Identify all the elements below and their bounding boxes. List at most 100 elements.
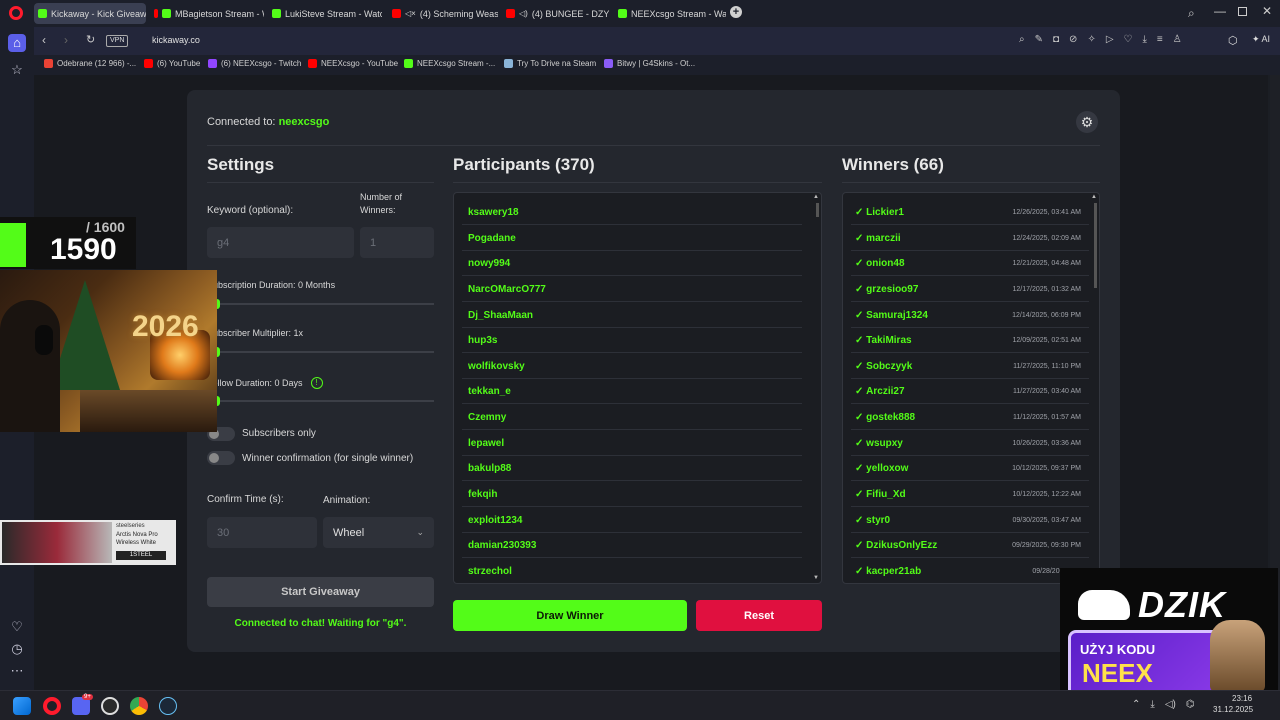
heart-icon[interactable]: ♡	[1124, 34, 1133, 45]
winner-row[interactable]: ✓ DzikusOnlyEzz 09/29/2025, 09:30 PM	[851, 533, 1089, 558]
start-giveaway-button[interactable]: Start Giveaway	[207, 577, 434, 607]
tab-bungee[interactable]: ◁) (4) BUNGEE - DZYŃ D	[502, 3, 610, 24]
menu-icon[interactable]: ≡	[1157, 34, 1163, 45]
tab-scheming-weasel[interactable]: ◁× (4) Scheming Weasel I	[388, 3, 498, 24]
list-item[interactable]: Dj_ShaaMaan	[462, 303, 802, 328]
winner-row[interactable]: ✓ onion48 12/21/2025, 04:48 AM	[851, 251, 1089, 276]
opera-logo-icon[interactable]	[9, 6, 23, 20]
tab-neexcsgo[interactable]: NEEXcsgo Stream - Watch	[614, 3, 726, 24]
participants-scrollbar[interactable]	[816, 203, 819, 217]
download-icon[interactable]: ⤓	[1150, 699, 1154, 710]
list-item[interactable]: Czemny	[462, 405, 802, 430]
taskbar-time[interactable]: 23:16	[1232, 694, 1252, 703]
participants-scroll-down-icon[interactable]: ▼	[813, 575, 819, 581]
keyword-input[interactable]: g4	[207, 227, 354, 258]
new-tab-icon[interactable]: +	[730, 6, 742, 18]
search-tabs-icon[interactable]: ⌕	[1188, 6, 1195, 21]
account-icon[interactable]: ♙	[1173, 34, 1182, 45]
winner-row[interactable]: ✓ grzesioo97 12/17/2025, 01:32 AM	[851, 277, 1089, 302]
follow-duration-slider[interactable]	[207, 400, 434, 402]
obs-icon[interactable]	[101, 697, 119, 715]
winner-row[interactable]: ✓ Fifiu_Xd 10/12/2025, 12:22 AM	[851, 482, 1089, 507]
forward-icon[interactable]: ›	[64, 33, 68, 47]
volume-icon[interactable]: ◁)	[1165, 699, 1176, 710]
winners-count-input[interactable]: 1	[360, 227, 434, 258]
winner-row[interactable]: ✓ TakiMiras 12/09/2025, 02:51 AM	[851, 328, 1089, 353]
mute-icon[interactable]: ◁×	[405, 9, 416, 18]
close-window-icon[interactable]: ✕	[1262, 4, 1272, 18]
chevron-up-icon[interactable]: ⌃	[1132, 699, 1140, 710]
more-icon[interactable]: ⋯	[8, 662, 26, 680]
bookmark-youtube-neex[interactable]: NEEXcsgo - YouTube	[308, 59, 398, 68]
confirm-time-input[interactable]: 30	[207, 517, 317, 548]
winner-row[interactable]: ✓ marczii 12/24/2025, 02:09 AM	[851, 226, 1089, 251]
info-icon[interactable]: !	[310, 377, 323, 389]
winners-scrollbar[interactable]	[1094, 203, 1097, 288]
chrome-icon[interactable]	[130, 697, 148, 715]
bookmark-steam[interactable]: Try To Drive na Steam	[504, 59, 596, 68]
bookmark-kick-neex[interactable]: NEEXcsgo Stream -...	[404, 59, 495, 68]
list-item[interactable]: tekkan_e	[462, 379, 802, 404]
tab-mbagietson[interactable]: MBagietson Stream - Watc	[150, 3, 264, 24]
settings-gear-button[interactable]: ⚙	[1076, 111, 1098, 133]
winner-row[interactable]: ✓ wsupxy 10/26/2025, 03:36 AM	[851, 431, 1089, 456]
opera-icon[interactable]	[43, 697, 61, 715]
taskbar-date[interactable]: 31.12.2025	[1213, 705, 1253, 714]
windows-start-icon[interactable]	[13, 697, 31, 715]
download-icon[interactable]: ⤓	[1143, 34, 1147, 45]
edit-icon[interactable]: ✎	[1035, 34, 1043, 45]
list-item[interactable]: NarcOMarcO777	[462, 277, 802, 302]
animation-select[interactable]: Wheel ⌄	[323, 517, 434, 548]
list-item[interactable]: ksawery18	[462, 200, 802, 225]
winner-row[interactable]: ✓ yelloxow 10/12/2025, 09:37 PM	[851, 456, 1089, 481]
winner-row[interactable]: ✓ styr0 09/30/2025, 03:47 AM	[851, 508, 1089, 533]
search-icon[interactable]: ⌕	[1019, 34, 1025, 45]
list-item[interactable]: strzechol	[462, 559, 802, 583]
play-icon[interactable]: ▷	[1106, 34, 1114, 45]
winner-row[interactable]: ✓ kacper21ab 09/28/2025, 02:	[851, 559, 1089, 583]
tab-lukisteve[interactable]: LukiSteve Stream - Watch	[268, 3, 382, 24]
list-item[interactable]: fekqih	[462, 482, 802, 507]
winners-list[interactable]: ▲ ✓ Lickier1 12/26/2025, 03:41 AM ✓ marcz…	[842, 192, 1100, 584]
winner-row[interactable]: ✓ gostek888 11/12/2025, 01:57 AM	[851, 405, 1089, 430]
winner-row[interactable]: ✓ Samuraj1324 12/14/2025, 06:09 PM	[851, 303, 1089, 328]
home-icon[interactable]: ⌂	[8, 34, 26, 52]
reload-icon[interactable]: ↻	[86, 33, 95, 46]
minimize-icon[interactable]: —	[1214, 4, 1226, 18]
winner-row[interactable]: ✓ Lickier1 12/26/2025, 03:41 AM	[851, 200, 1089, 225]
bookmark-twitch[interactable]: (6) NEEXcsgo - Twitch	[208, 59, 301, 68]
camera-icon[interactable]: ◘	[1053, 34, 1059, 45]
list-item[interactable]: wolfikovsky	[462, 354, 802, 379]
history-icon[interactable]: ◷	[8, 640, 26, 658]
speaker-icon[interactable]: ◁)	[519, 9, 528, 18]
list-item[interactable]: lepawel	[462, 431, 802, 456]
bookmark-g4skins[interactable]: Bitwy | G4Skins - Ot...	[604, 59, 695, 68]
adblock-icon[interactable]: ⊘	[1069, 34, 1077, 45]
subscription-duration-slider[interactable]	[207, 303, 434, 305]
url-field[interactable]: kickaway.co	[152, 35, 200, 45]
bookmark-gmail[interactable]: Odebrane (12 966) -...	[44, 59, 136, 68]
bookmark-youtube[interactable]: (6) YouTube	[144, 59, 200, 68]
back-icon[interactable]: ‹	[42, 33, 46, 47]
participants-scroll-up-icon[interactable]: ▲	[813, 194, 819, 200]
cube-icon[interactable]: ⬡	[1228, 34, 1238, 47]
list-item[interactable]: damian230393	[462, 533, 802, 558]
participants-list[interactable]: ▲ ▼ ksawery18 Pogadane nowy994 NarcOMarc…	[453, 192, 822, 584]
list-item[interactable]: Pogadane	[462, 226, 802, 251]
heart-icon[interactable]: ♡	[8, 618, 26, 636]
star-icon[interactable]: ☆	[8, 61, 26, 79]
list-item[interactable]: bakulp88	[462, 456, 802, 481]
winner-row[interactable]: ✓ Arczii27 11/27/2025, 03:40 AM	[851, 379, 1089, 404]
winners-scroll-up-icon[interactable]: ▲	[1091, 194, 1097, 200]
maximize-icon[interactable]	[1238, 7, 1247, 16]
tab-kickaway[interactable]: Kickaway - Kick Giveaway	[34, 3, 146, 24]
aria-ai-button[interactable]: ✦ AI	[1252, 34, 1270, 45]
list-item[interactable]: nowy994	[462, 251, 802, 276]
winner-confirmation-toggle[interactable]	[207, 451, 235, 465]
list-item[interactable]: exploit1234	[462, 508, 802, 533]
vpn-badge[interactable]: VPN	[106, 35, 129, 47]
list-item[interactable]: hup3s	[462, 328, 802, 353]
subscriber-multiplier-slider[interactable]	[207, 351, 434, 353]
network-icon[interactable]: ⌬	[1186, 699, 1195, 710]
steam-icon[interactable]	[159, 697, 177, 715]
